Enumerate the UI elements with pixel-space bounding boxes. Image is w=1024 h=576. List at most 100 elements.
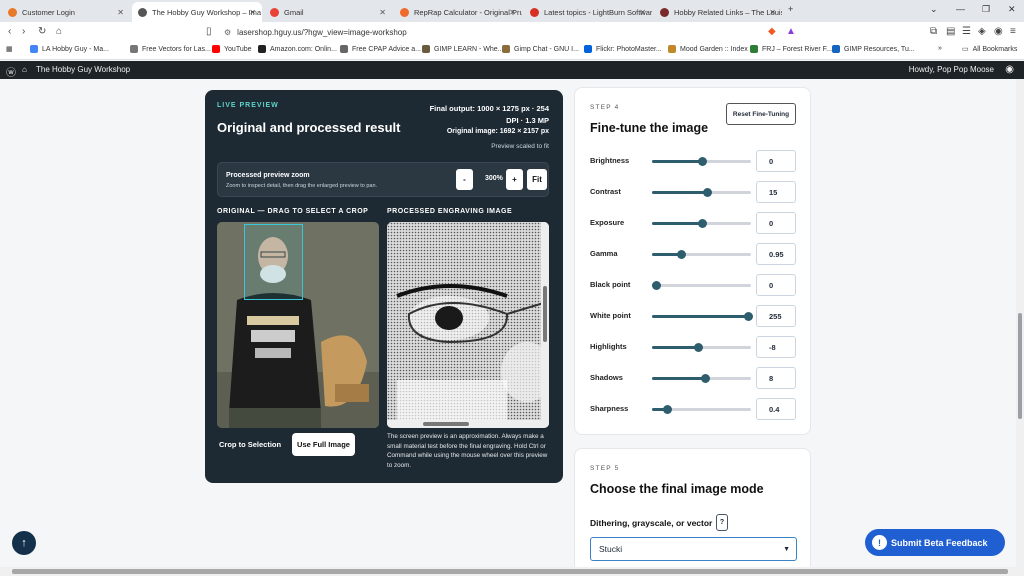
zoom-in-button[interactable]: +: [506, 169, 523, 190]
tab-customer-login[interactable]: Customer Login ✕: [2, 2, 130, 22]
more-bookmarks-button[interactable]: »: [938, 45, 942, 52]
avatar[interactable]: ◉: [1005, 64, 1014, 75]
home-icon[interactable]: ⌂: [56, 26, 62, 37]
reload-icon[interactable]: ↻: [38, 26, 46, 37]
slider-handle[interactable]: [651, 281, 661, 290]
slider-value-input[interactable]: 0: [756, 274, 796, 296]
slider-track[interactable]: [652, 343, 751, 352]
zoom-out-button[interactable]: -: [456, 169, 473, 190]
tab-search-icon[interactable]: ⌄: [930, 4, 938, 15]
minimize-icon[interactable]: —: [956, 4, 965, 14]
slider-value-input[interactable]: 0: [756, 212, 796, 234]
tab-lightburn[interactable]: Latest topics - LightBurn Software Fo ✕: [524, 2, 652, 22]
menu-icon[interactable]: ≡: [1010, 26, 1016, 37]
apps-grid-icon[interactable]: ▦: [6, 45, 13, 53]
maximize-icon[interactable]: ❐: [982, 4, 990, 15]
bookmark-gimp-resources[interactable]: GIMP Resources, Tu...: [832, 45, 915, 53]
scroll-thumb[interactable]: [543, 286, 547, 342]
slider-handle[interactable]: [697, 157, 707, 166]
slider-track[interactable]: [652, 250, 751, 259]
forward-icon[interactable]: ›: [22, 26, 25, 37]
scroll-thumb[interactable]: [1018, 313, 1022, 419]
slider-track[interactable]: [652, 157, 751, 166]
bookmark-mood-garden[interactable]: Mood Garden :: Index: [668, 45, 748, 53]
bookmark-gimp-learn[interactable]: GIMP LEARN - Whe...: [422, 45, 504, 53]
bookmark-flickr[interactable]: Flickr: PhotoMaster...: [584, 45, 662, 53]
slider-value-input[interactable]: 0: [756, 150, 796, 172]
original-image[interactable]: [217, 222, 379, 428]
slider-track[interactable]: [652, 188, 751, 197]
slider-handle[interactable]: [662, 405, 672, 414]
all-bookmarks-button[interactable]: ▭ All Bookmarks: [962, 45, 1017, 54]
slider-handle[interactable]: [697, 219, 707, 228]
bookmark-page-icon[interactable]: ▯: [206, 26, 212, 37]
close-icon[interactable]: ✕: [639, 8, 646, 17]
brave-rewards-icon[interactable]: ▲: [786, 26, 796, 37]
slider-track[interactable]: [652, 405, 751, 414]
wordpress-logo-icon[interactable]: ⓦ: [6, 64, 16, 79]
close-window-icon[interactable]: ✕: [1008, 4, 1016, 15]
user-greeting[interactable]: Howdy, Pop Pop Moose: [909, 65, 994, 74]
slider-track[interactable]: [652, 312, 754, 321]
slider-track[interactable]: [652, 374, 751, 383]
slider-handle[interactable]: [744, 312, 754, 321]
scroll-thumb[interactable]: [12, 569, 1008, 574]
bookmark-frj[interactable]: FRJ – Forest River F...: [750, 45, 832, 53]
bookmark-la-hobby-guy[interactable]: LA Hobby Guy - Ma...: [30, 45, 109, 53]
scroll-thumb[interactable]: [423, 422, 469, 426]
tab-reprap[interactable]: RepRap Calculator - Original Prusa 3D ✕: [394, 2, 522, 22]
extensions-icon[interactable]: ⧉: [930, 26, 937, 37]
tab-hobby-links[interactable]: Hobby Related Links – The Louisiana ✕: [654, 2, 782, 22]
slider-value-input[interactable]: 255: [756, 305, 796, 327]
submit-feedback-button[interactable]: ! Submit Beta Feedback: [865, 529, 1005, 556]
slider-value-input[interactable]: 0.4: [756, 398, 796, 420]
wallet-icon[interactable]: ◉: [994, 26, 1003, 37]
bookmark-amazon[interactable]: Amazon.com: Onlin...: [258, 45, 337, 53]
slider-handle[interactable]: [703, 188, 713, 197]
page-vertical-scrollbar[interactable]: [1016, 79, 1024, 567]
tab-hobby-guy-workshop[interactable]: The Hobby Guy Workshop – Ima ✕: [132, 2, 262, 22]
reset-fine-tuning-button[interactable]: Reset Fine-Tuning: [726, 103, 796, 125]
bookmark-gimp-chat[interactable]: Gimp Chat - GNU I...: [502, 45, 579, 53]
bookmark-youtube[interactable]: YouTube: [212, 45, 252, 53]
processed-horizontal-scrollbar[interactable]: [387, 420, 549, 428]
close-icon[interactable]: ✕: [379, 8, 386, 17]
brave-shield-icon[interactable]: ◆: [768, 26, 776, 37]
slider-value-input[interactable]: 15: [756, 181, 796, 203]
slider-value-input[interactable]: 8: [756, 367, 796, 389]
tab-label: Hobby Related Links – The Louisiana: [674, 7, 782, 17]
crop-to-selection-button[interactable]: Crop to Selection: [219, 440, 281, 449]
slider-value-input[interactable]: -8: [756, 336, 796, 358]
page-horizontal-scrollbar[interactable]: [0, 567, 1024, 576]
bookmark-cpap[interactable]: Free CPAP Advice a...: [340, 45, 421, 53]
home-icon[interactable]: ⌂: [22, 65, 27, 74]
close-icon[interactable]: ✕: [769, 8, 776, 17]
processed-vertical-scrollbar[interactable]: [541, 222, 549, 420]
site-name-link[interactable]: The Hobby Guy Workshop: [36, 65, 130, 74]
close-icon[interactable]: ✕: [117, 8, 124, 17]
site-info-icon[interactable]: ⚙: [224, 28, 231, 37]
new-tab-icon[interactable]: +: [788, 4, 793, 14]
zoom-fit-button[interactable]: Fit: [527, 169, 547, 190]
close-icon[interactable]: ✕: [249, 8, 256, 17]
slider-handle[interactable]: [676, 250, 686, 259]
slider-track[interactable]: [652, 219, 751, 228]
address-bar[interactable]: ⚙ lasershop.hguy.us/?hgw_view=image-work…: [224, 25, 584, 39]
back-icon[interactable]: ‹: [8, 26, 11, 37]
slider-handle[interactable]: [701, 374, 711, 383]
crop-selection-handle[interactable]: [244, 224, 303, 300]
bookmark-free-vectors[interactable]: Free Vectors for Las...: [130, 45, 211, 53]
sidebar-icon[interactable]: ▤: [946, 26, 955, 37]
help-button[interactable]: ?: [716, 514, 728, 531]
slider-value-input[interactable]: 0.95: [756, 243, 796, 265]
processed-image[interactable]: [387, 222, 549, 428]
slider-track[interactable]: [651, 281, 751, 290]
reading-list-icon[interactable]: ☰: [962, 26, 971, 37]
close-icon[interactable]: ✕: [509, 8, 516, 17]
back-to-top-button[interactable]: ↑: [12, 531, 36, 555]
slider-handle[interactable]: [693, 343, 703, 352]
vpn-icon[interactable]: ◈: [978, 26, 986, 37]
image-mode-select[interactable]: Stucki ▼: [590, 537, 797, 561]
use-full-image-button[interactable]: Use Full Image: [292, 433, 355, 456]
tab-gmail[interactable]: Gmail ✕: [264, 2, 392, 22]
